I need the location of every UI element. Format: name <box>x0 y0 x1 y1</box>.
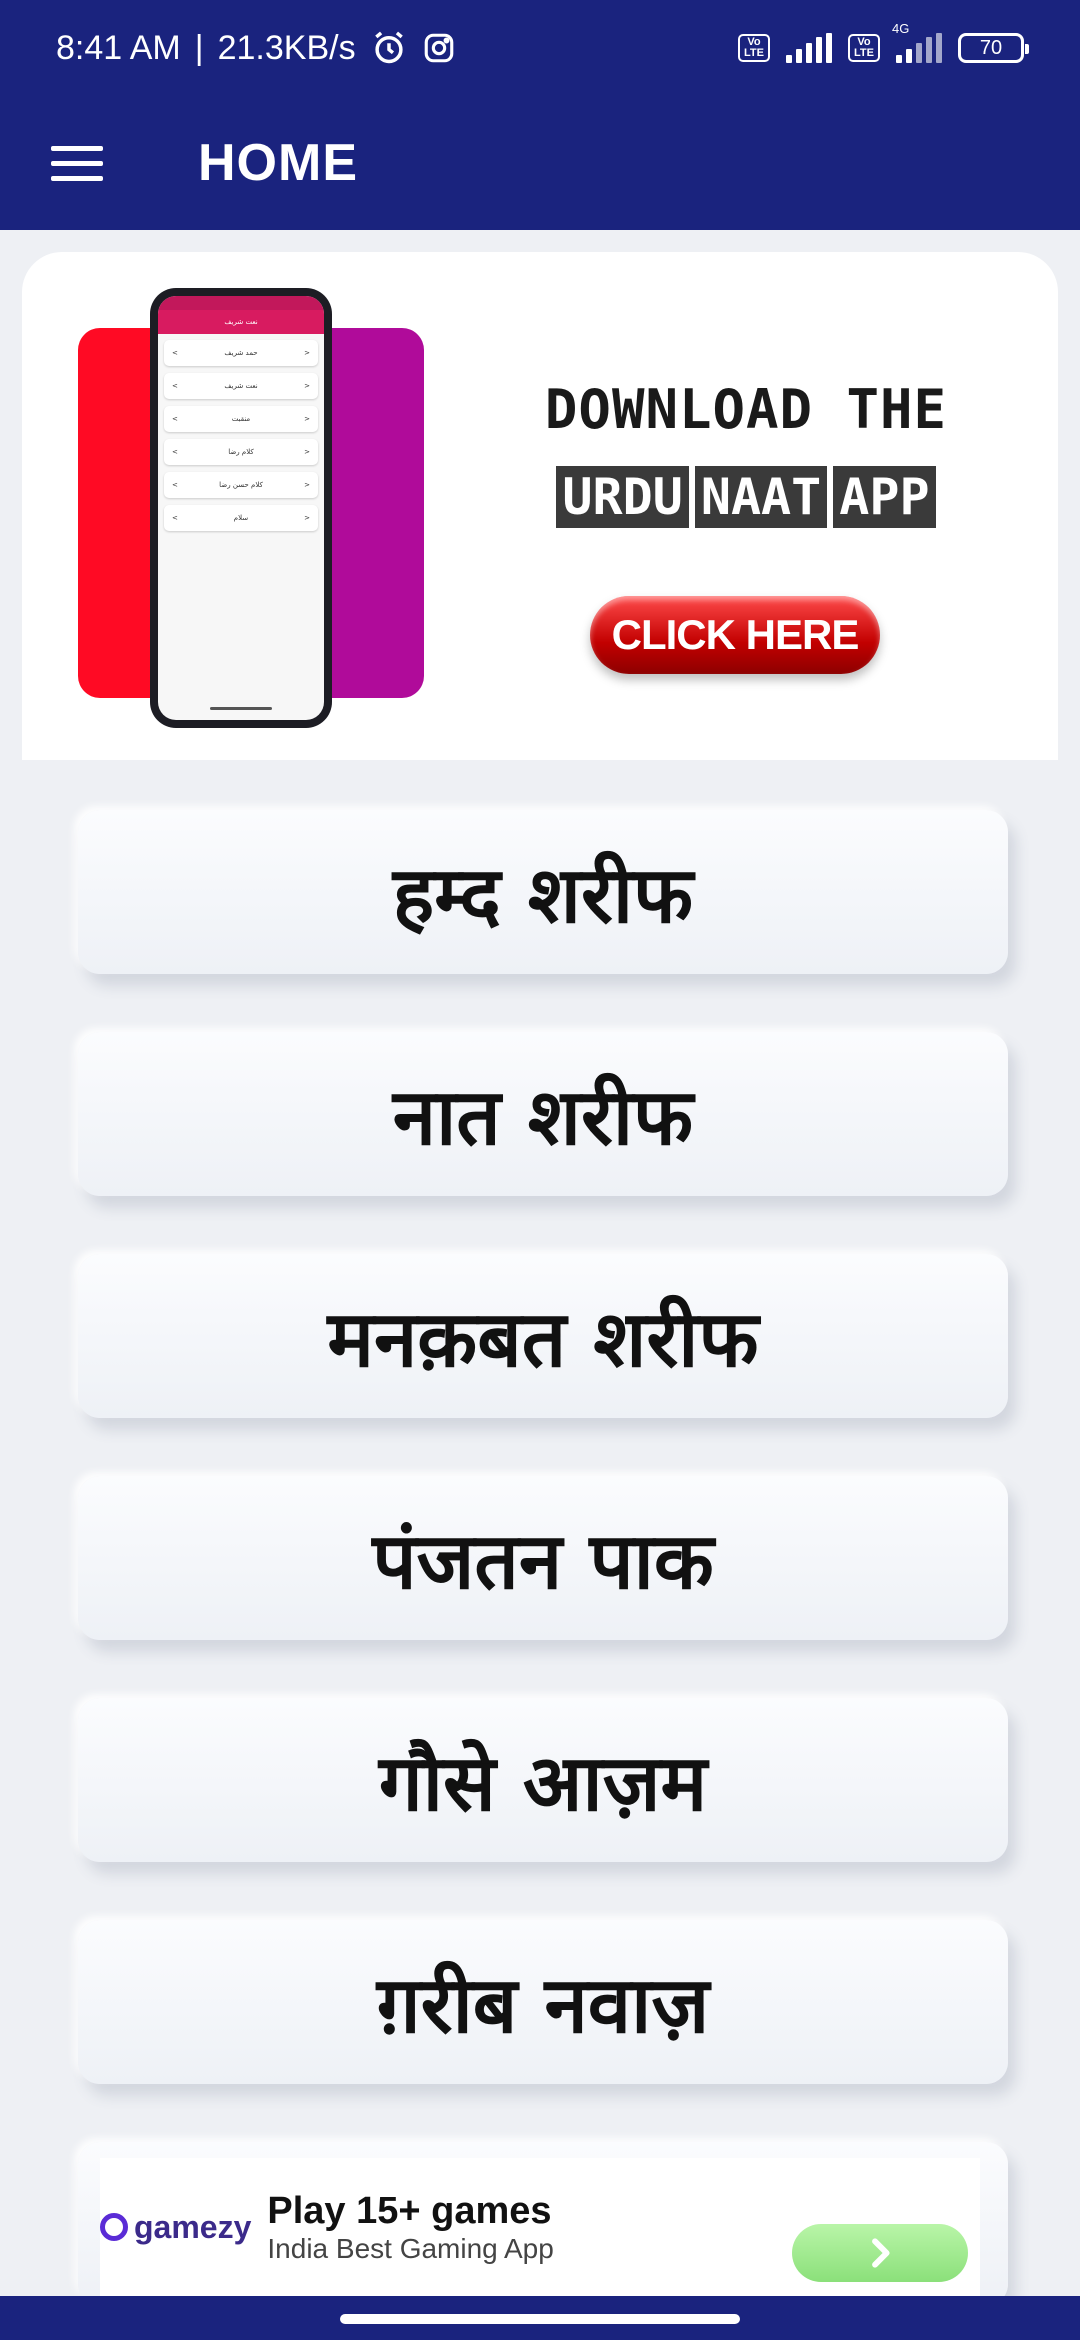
chevron-left-icon: < <box>172 448 178 456</box>
ad-cta-button[interactable] <box>792 2224 968 2282</box>
category-label: पंजतन पाक <box>372 1517 714 1607</box>
ad-headline: Play 15+ games <box>267 2189 552 2232</box>
banner-subline: URDU NAAT APP <box>526 466 966 528</box>
status-right: Vo LTE Vo LTE 4G 70 <box>738 21 1029 63</box>
category-label: ग़रीब नवाज़ <box>376 1961 710 2051</box>
signal-4g-icon: 4G <box>892 21 942 63</box>
battery-level: 70 <box>979 36 1003 59</box>
page-title: HOME <box>198 134 358 192</box>
banner-word: APP <box>833 466 936 528</box>
chevron-left-icon: < <box>172 349 178 357</box>
ad-brand-logo: gamezy <box>100 2209 251 2246</box>
chevron-left-icon: < <box>172 481 178 489</box>
phone-list-item-label: نعت شریف <box>224 382 258 390</box>
phone-list-item: < سلام > <box>164 505 318 531</box>
alarm-icon <box>370 29 408 67</box>
category-label: गौसे आज़म <box>378 1739 708 1829</box>
phone-list-item: < کلام حسن رضا > <box>164 472 318 498</box>
gamezy-logo-icon <box>100 2213 128 2241</box>
network-type: 4G <box>892 21 910 36</box>
status-separator: | <box>194 28 204 67</box>
category-label: मनक़बत शरीफ <box>327 1295 759 1385</box>
ad-subtext: India Best Gaming App <box>267 2232 554 2264</box>
network-speed: 21.3KB/s <box>217 28 356 67</box>
chevron-right-icon: > <box>304 481 310 489</box>
phone-list-item: < نعت شریف > <box>164 373 318 399</box>
phone-list: < حمد شریف > < نعت شریف > < منقبت > < کلام رضا > < کل… <box>158 334 324 544</box>
volte-icon: Vo LTE <box>738 34 770 62</box>
ad-text: Play 15+ games India Best Gaming App <box>267 2190 553 2265</box>
chevron-right-icon: > <box>304 448 310 456</box>
banner-word: URDU <box>556 466 689 528</box>
chevron-right-icon: > <box>304 349 310 357</box>
category-naat-sharif[interactable]: नात शरीफ <box>78 1032 1008 1196</box>
phone-list-item-label: منقبت <box>231 415 251 423</box>
banner-headline: DOWNLOAD THE <box>544 378 948 441</box>
home-indicator[interactable] <box>340 2314 740 2324</box>
chevron-left-icon: < <box>172 415 178 423</box>
phone-list-item-label: سلام <box>233 514 249 522</box>
chevron-right-icon: > <box>304 415 310 423</box>
banner-phone-illustration: نعت شریف < حمد شریف > < نعت شریف > < منقبت > < کلا… <box>78 288 428 728</box>
phone-list-item: < حمد شریف > <box>164 340 318 366</box>
category-panjtan-pak[interactable]: पंजतन पाक <box>78 1476 1008 1640</box>
chevron-right-icon: > <box>304 514 310 522</box>
chevron-right-icon <box>872 2238 890 2268</box>
banner-word: NAAT <box>694 466 828 528</box>
category-ghause-azam[interactable]: गौसे आज़म <box>78 1698 1008 1862</box>
phone-list-item-label: کلام رضا <box>228 448 254 456</box>
phone-list-item-label: کلام حسن رضا <box>219 481 263 489</box>
phone-appbar-title: نعت شریف <box>158 310 324 334</box>
category-label: नात शरीफ <box>392 1073 694 1163</box>
app-bar: HOME <box>0 96 1080 230</box>
instagram-icon <box>422 31 456 65</box>
status-time: 8:41 AM <box>56 28 181 67</box>
chevron-left-icon: < <box>172 514 178 522</box>
phone-mockup: نعت شریف < حمد شریف > < نعت شریف > < منقبت > < کلا… <box>150 288 332 728</box>
category-label: हम्द शरीफ <box>392 851 694 941</box>
click-here-button[interactable]: CLICK HERE <box>590 596 880 674</box>
volte-icon-2: Vo LTE <box>848 34 880 62</box>
chevron-left-icon: < <box>172 382 178 390</box>
battery-icon: 70 <box>958 33 1029 63</box>
ad-banner[interactable]: gamezy Play 15+ games India Best Gaming … <box>100 2158 980 2296</box>
phone-list-item: < کلام رضا > <box>164 439 318 465</box>
phone-list-item: < منقبت > <box>164 406 318 432</box>
system-nav-bar <box>0 2296 1080 2340</box>
status-left: 8:41 AM | 21.3KB/s <box>56 29 456 68</box>
signal-icon <box>786 33 832 63</box>
phone-list-item-label: حمد شریف <box>224 349 258 357</box>
status-bar: 8:41 AM | 21.3KB/s Vo LTE Vo LTE 4G 70 <box>0 0 1080 96</box>
category-manqabat-sharif[interactable]: मनक़बत शरीफ <box>78 1254 1008 1418</box>
category-gharib-nawaz[interactable]: ग़रीब नवाज़ <box>78 1920 1008 2084</box>
promo-banner[interactable]: نعت شریف < حمد شریف > < نعت شریف > < منقبت > < کلا… <box>22 252 1058 760</box>
hamburger-menu-icon[interactable] <box>22 108 132 218</box>
chevron-right-icon: > <box>304 382 310 390</box>
ad-brand: gamezy <box>134 2208 252 2245</box>
category-hamd-sharif[interactable]: हम्द शरीफ <box>78 810 1008 974</box>
phone-screen: نعت شریف < حمد شریف > < نعت شریف > < منقبت > < کلا… <box>158 296 324 720</box>
